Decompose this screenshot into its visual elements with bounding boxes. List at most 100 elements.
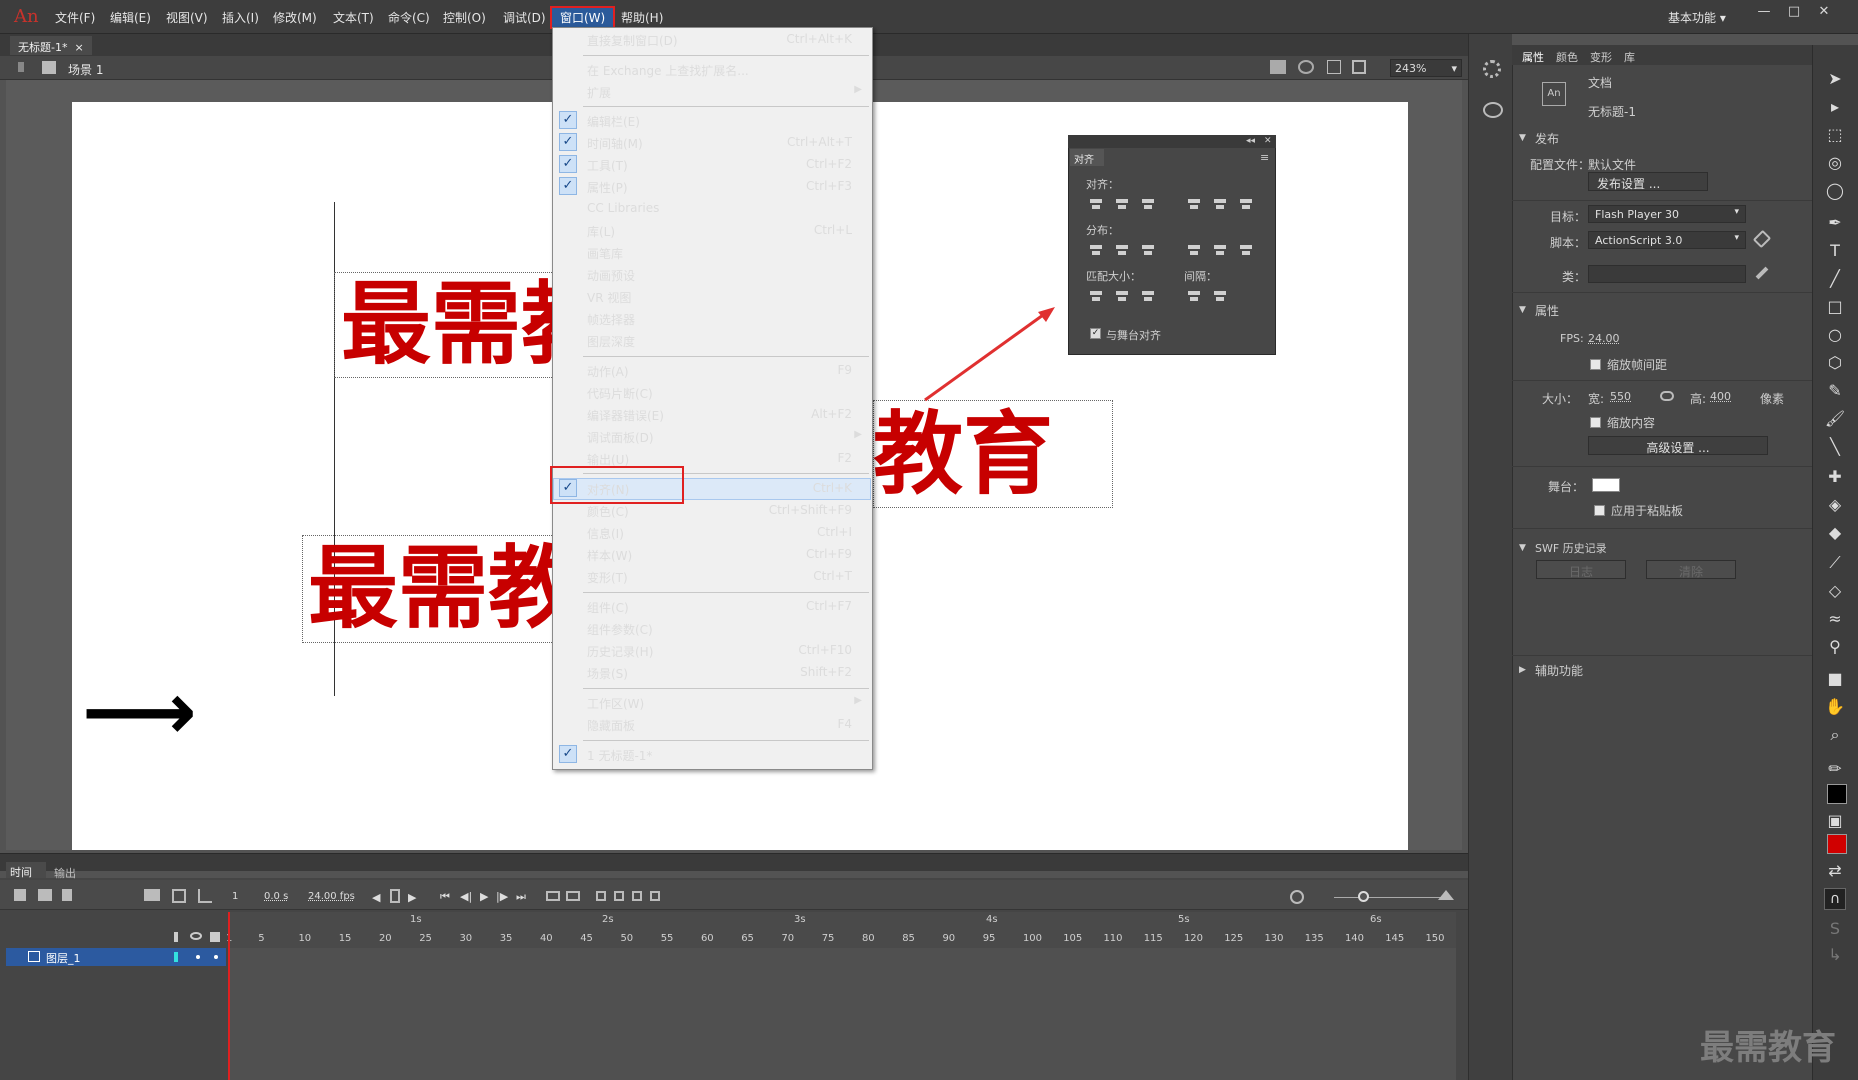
last-frame-icon[interactable]: ⏭ <box>516 890 526 904</box>
camera-tool-icon[interactable]: ■ <box>1824 668 1846 690</box>
line-tool-icon[interactable]: ╱ <box>1824 268 1846 290</box>
document-tab[interactable]: 无标题-1* × <box>10 36 92 55</box>
hand-tool-icon[interactable]: ✋ <box>1824 696 1846 718</box>
outline-toggle-icon[interactable] <box>174 932 178 942</box>
current-frame[interactable]: 1 <box>232 891 238 902</box>
menu-item-brush-library[interactable]: 画笔库 <box>553 242 872 263</box>
menu-item-frame-picker[interactable]: 帧选择器 <box>553 308 872 329</box>
edit-scene-icon[interactable] <box>1270 60 1286 74</box>
stage-align-checkbox[interactable]: ✓ <box>1090 328 1101 339</box>
next-keyframe-icon[interactable]: ▶ <box>408 891 416 904</box>
selection-tool-icon[interactable]: ➤ <box>1824 68 1846 90</box>
swap-colors-icon[interactable]: ⇄ <box>1824 860 1846 882</box>
center-stage-icon[interactable] <box>1327 60 1341 74</box>
center-frame-icon[interactable] <box>566 891 580 901</box>
menu-item-scene[interactable]: 场景(S) Shift+F2 <box>553 662 872 683</box>
link-icon[interactable] <box>1660 391 1674 401</box>
width-value[interactable]: 550 <box>1610 390 1631 403</box>
menu-help[interactable]: 帮助(H) <box>621 9 663 26</box>
log-button[interactable]: 日志 <box>1536 560 1626 579</box>
playhead[interactable] <box>228 912 230 1080</box>
tab-output[interactable]: 输出 <box>54 865 76 881</box>
fill-color-icon[interactable]: ▣ <box>1824 810 1846 832</box>
layer-lock-dot[interactable] <box>214 955 218 959</box>
smooth-icon[interactable]: S <box>1824 918 1846 940</box>
graph-icon[interactable] <box>198 889 212 903</box>
stroke-color-swatch[interactable] <box>1827 784 1847 804</box>
align-hcenter-icon[interactable] <box>1114 196 1130 212</box>
first-frame-icon[interactable]: ⏮ <box>440 890 450 904</box>
distribute-top-icon[interactable] <box>1088 242 1104 258</box>
menu-item-components[interactable]: 组件(C) Ctrl+F7 <box>553 596 872 617</box>
pen-tool-icon[interactable]: ✒ <box>1824 212 1846 234</box>
straighten-icon[interactable]: ↳ <box>1824 944 1846 966</box>
menu-item-debug-panels[interactable]: 调试面板(D) ▶ <box>553 426 872 447</box>
onion-skin-icon[interactable] <box>596 891 606 901</box>
onion-outline-icon[interactable] <box>614 891 624 901</box>
match-width-icon[interactable] <box>1088 288 1104 304</box>
snap-magnet-icon[interactable]: ∩ <box>1824 888 1846 910</box>
close-icon[interactable]: × <box>74 41 83 54</box>
menu-item-actions[interactable]: 动作(A) F9 <box>553 360 872 381</box>
align-vcenter-icon[interactable] <box>1212 196 1228 212</box>
distribute-right-icon[interactable] <box>1238 242 1254 258</box>
pencil-tool-icon[interactable]: ✎ <box>1824 380 1846 402</box>
edit-multiple-icon[interactable] <box>632 891 642 901</box>
motion-presets-icon[interactable] <box>1483 60 1501 78</box>
rotate-view-icon[interactable] <box>1298 60 1314 74</box>
zoom-in-icon[interactable] <box>1438 890 1454 900</box>
eyedropper-tool-icon[interactable]: ⟋ <box>1824 552 1846 574</box>
stage-color-swatch[interactable] <box>1592 478 1620 492</box>
script-select[interactable]: ActionScript 3.0 ▾ <box>1588 231 1746 249</box>
tab-library[interactable]: 库 <box>1624 49 1635 65</box>
menu-item-history[interactable]: 历史记录(H) Ctrl+F10 <box>553 640 872 661</box>
tab-transform[interactable]: 变形 <box>1590 49 1612 65</box>
menu-item-swatches[interactable]: 样本(W) Ctrl+F9 <box>553 544 872 565</box>
current-time[interactable]: 0.0 s <box>264 891 288 902</box>
oval-tool-icon[interactable]: ○ <box>1824 324 1846 346</box>
modify-markers-icon[interactable] <box>650 891 660 901</box>
stage-text-right[interactable]: 教育 <box>873 400 1053 510</box>
layer-visible-dot[interactable] <box>196 955 200 959</box>
distribute-vcenter-icon[interactable] <box>1114 242 1130 258</box>
minimize-button[interactable]: — <box>1752 4 1776 26</box>
menu-item-motion-presets[interactable]: 动画预设 <box>553 264 872 285</box>
stroke-color-icon[interactable]: ✏ <box>1824 758 1846 780</box>
brush-tool-icon[interactable]: ╲ <box>1824 436 1846 458</box>
menu-item-library[interactable]: 库(L) Ctrl+L <box>553 220 872 241</box>
step-forward-icon[interactable]: |▶ <box>496 890 508 903</box>
tab-color[interactable]: 颜色 <box>1556 49 1578 65</box>
close-window-button[interactable]: ✕ <box>1812 4 1836 26</box>
free-transform-tool-icon[interactable]: ⬚ <box>1824 124 1846 146</box>
cc-libraries-icon[interactable] <box>1483 102 1503 118</box>
menu-item-transform[interactable]: 变形(T) Ctrl+T <box>553 566 872 587</box>
polystar-tool-icon[interactable]: ⬡ <box>1824 352 1846 374</box>
3d-rotation-tool-icon[interactable]: ◎ <box>1824 152 1846 174</box>
workspace-switcher[interactable]: 基本功能 ▾ <box>1668 9 1726 26</box>
zoom-slider-thumb[interactable] <box>1358 891 1369 902</box>
rectangle-tool-icon[interactable]: □ <box>1824 296 1846 318</box>
menu-modify[interactable]: 修改(M) <box>273 9 317 26</box>
align-top-icon[interactable] <box>1186 196 1202 212</box>
lock-icon[interactable] <box>210 932 220 942</box>
section-expanded-icon[interactable]: ▼ <box>1519 543 1526 553</box>
panel-menu-icon[interactable]: ≡ <box>1260 151 1269 164</box>
maximize-button[interactable]: □ <box>1782 4 1806 26</box>
menu-item-timeline[interactable]: ✓ 时间轴(M) Ctrl+Alt+T <box>553 132 872 153</box>
menu-item-extensions[interactable]: 扩展 ▶ <box>553 81 872 102</box>
menu-item-compiler-errors[interactable]: 编译器错误(E) Alt+F2 <box>553 404 872 425</box>
space-vertical-icon[interactable] <box>1186 288 1202 304</box>
menu-item-hide-panels[interactable]: 隐藏面板 F4 <box>553 714 872 735</box>
fill-color-swatch[interactable] <box>1827 834 1847 854</box>
scale-spacing-checkbox[interactable] <box>1590 359 1601 370</box>
publish-settings-button[interactable]: 发布设置 ... <box>1588 172 1708 191</box>
new-folder-icon[interactable] <box>38 889 52 901</box>
menu-item-vr-view[interactable]: VR 视图 <box>553 286 872 307</box>
menu-item-code-snippets[interactable]: 代码片断(C) <box>553 382 872 403</box>
menu-item-properties[interactable]: ✓ 属性(P) Ctrl+F3 <box>553 176 872 197</box>
loop-icon[interactable] <box>546 891 560 901</box>
menu-control[interactable]: 控制(O) <box>443 9 486 26</box>
ink-bottle-tool-icon[interactable]: ◆ <box>1824 522 1846 544</box>
play-icon[interactable]: ▶ <box>480 890 488 903</box>
menu-window[interactable]: 窗口(W) <box>560 9 605 26</box>
